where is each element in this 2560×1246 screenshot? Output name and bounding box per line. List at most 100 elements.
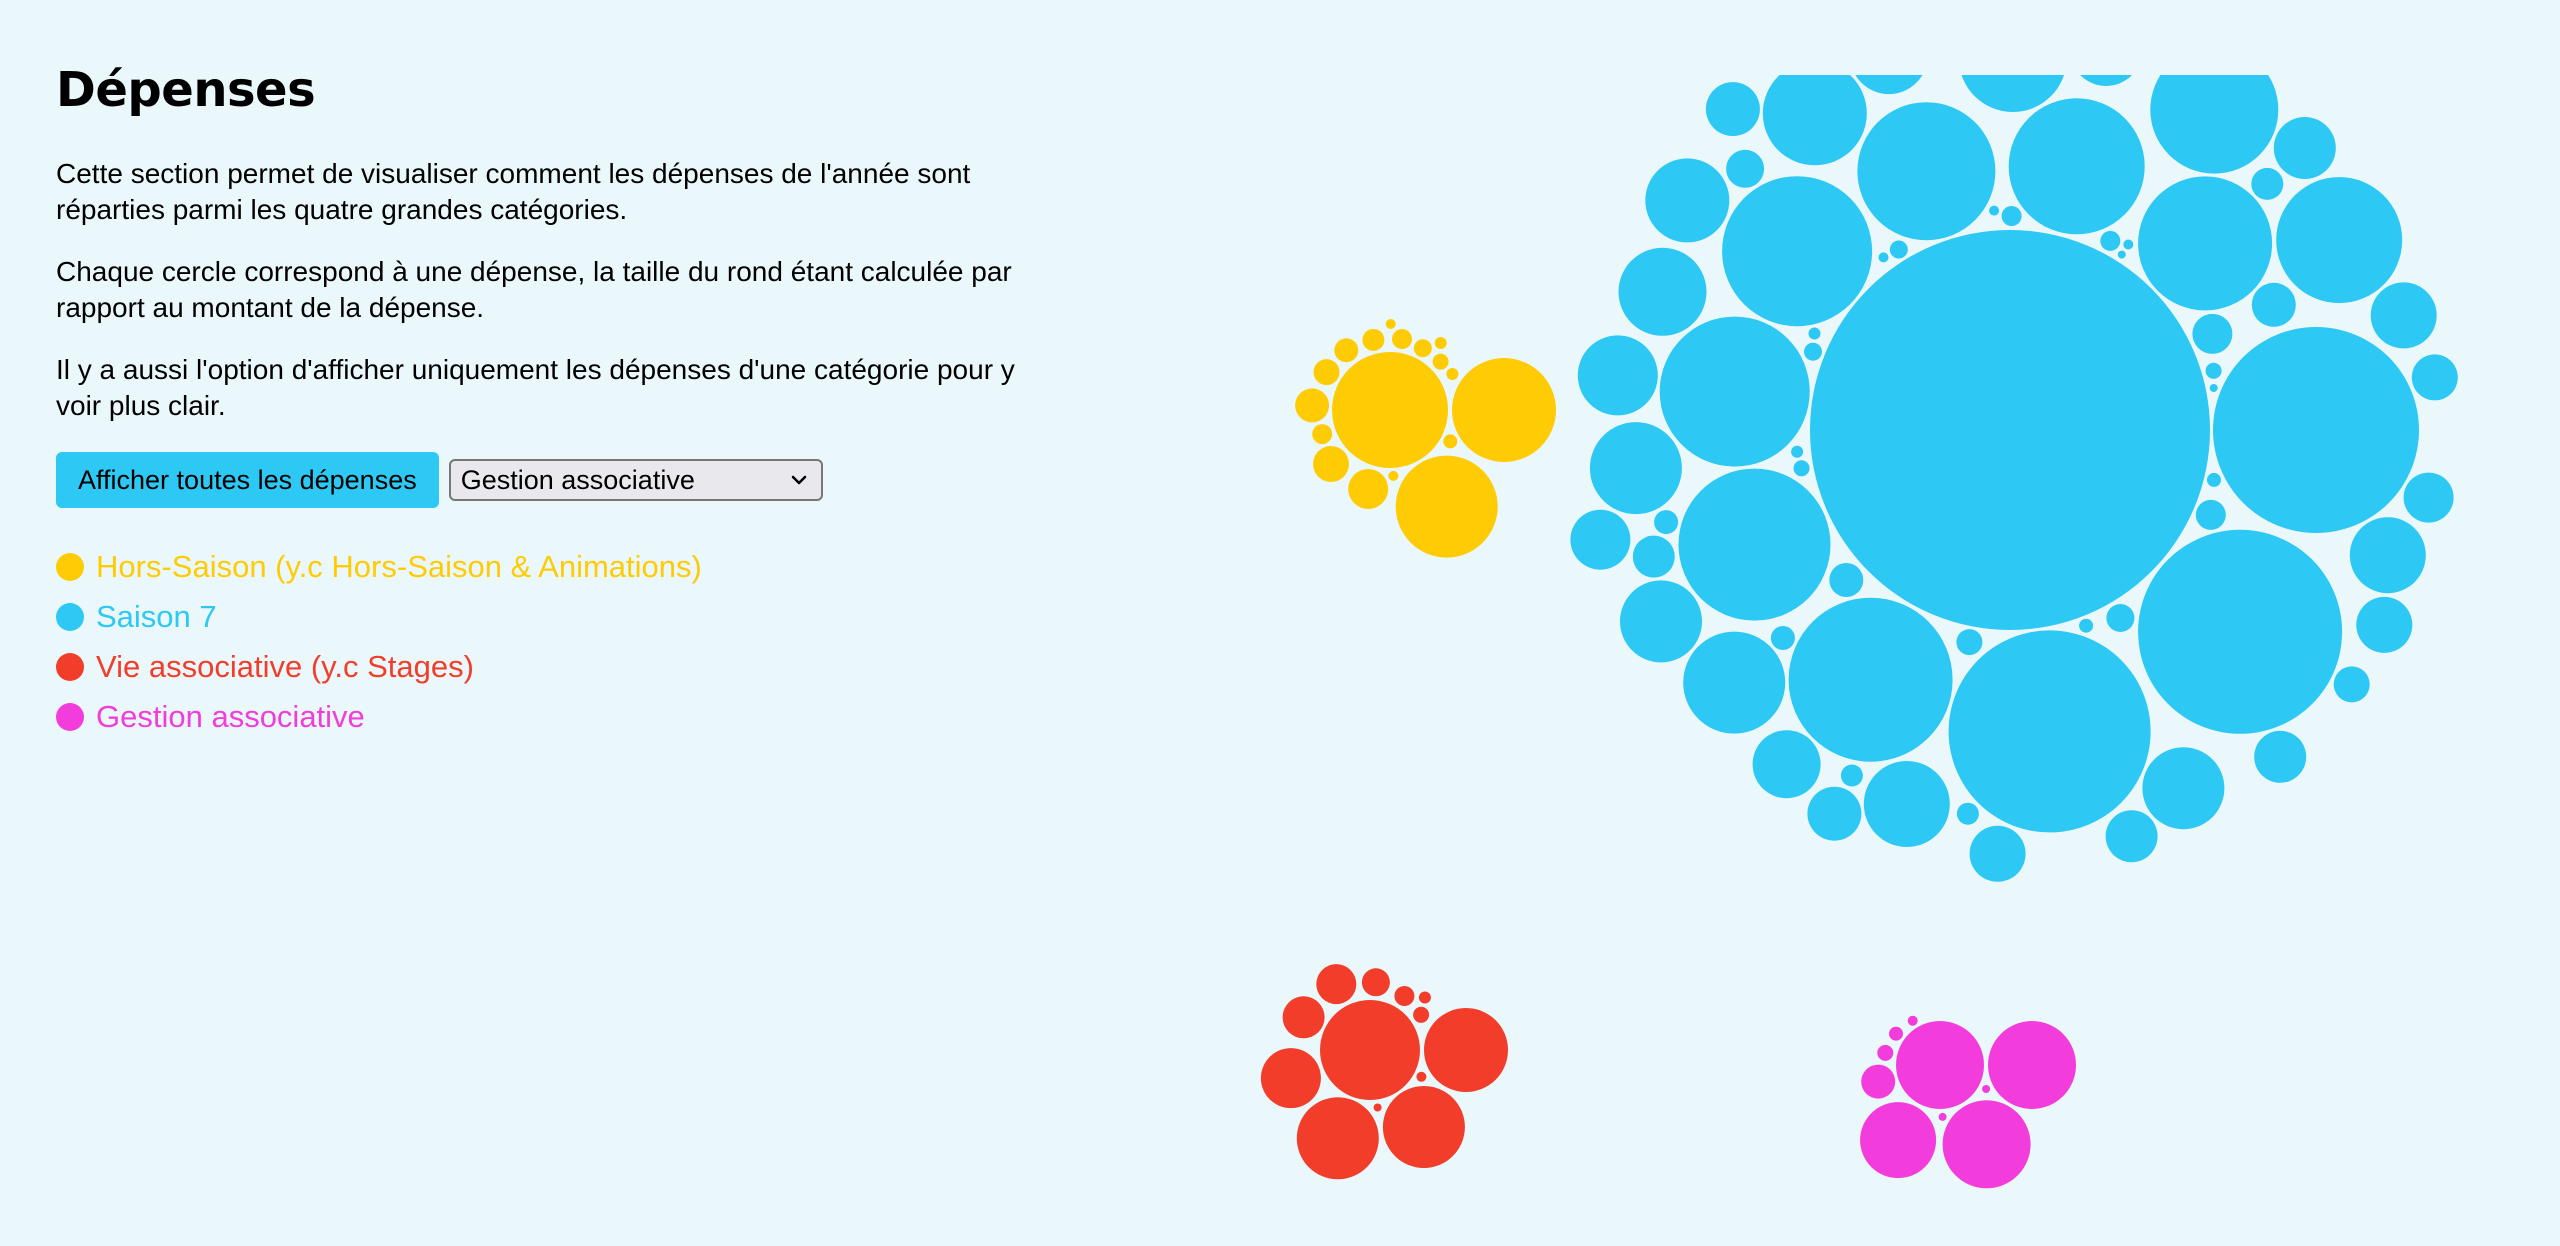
expense-bubble[interactable] — [1840, 764, 1863, 787]
show-all-expenses-button[interactable]: Afficher toutes les dépenses — [56, 452, 439, 508]
expense-bubble[interactable] — [1618, 247, 1707, 336]
expense-bubble[interactable] — [1683, 631, 1786, 734]
expense-bubble[interactable] — [1645, 158, 1730, 243]
expense-bubble[interactable] — [2254, 730, 2307, 783]
expense-bubble[interactable] — [2333, 666, 2370, 703]
expense-bubble[interactable] — [1877, 1044, 1894, 1061]
expense-bubble[interactable] — [2251, 167, 2284, 200]
legend-item-vie-associative[interactable]: Vie associative (y.c Stages) — [56, 642, 1056, 692]
expense-bubble[interactable] — [1432, 353, 1449, 370]
expense-bubble[interactable] — [1320, 1000, 1420, 1100]
expense-bubble[interactable] — [1752, 730, 1821, 799]
expense-bubble[interactable] — [1392, 329, 1412, 349]
expense-bubble[interactable] — [1388, 470, 1399, 481]
expense-bubble[interactable] — [2100, 230, 2121, 251]
expense-bubble[interactable] — [1296, 1097, 1379, 1180]
expense-bubble[interactable] — [2276, 177, 2403, 304]
expense-bubble[interactable] — [2106, 604, 2135, 632]
legend-item-hors-saison[interactable]: Hors-Saison (y.c Hors-Saison & Animation… — [56, 542, 1056, 592]
expense-bubble[interactable] — [1861, 1064, 1896, 1099]
expense-bubble[interactable] — [1938, 1112, 1947, 1121]
expense-bubble[interactable] — [1942, 1100, 2031, 1189]
expense-bubble[interactable] — [1808, 327, 1821, 340]
expense-bubble[interactable] — [1434, 337, 1447, 349]
expense-bubble[interactable] — [2349, 517, 2426, 594]
legend-item-saison-7[interactable]: Saison 7 — [56, 592, 1056, 642]
expense-bubble[interactable] — [1395, 455, 1498, 558]
expense-bubble[interactable] — [1863, 761, 1950, 847]
expense-bubble[interactable] — [1988, 1021, 2076, 1109]
expense-bubble[interactable] — [1394, 986, 1415, 1006]
expense-bubble[interactable] — [1793, 460, 1810, 477]
expense-bubble[interactable] — [2207, 472, 2221, 487]
expense-bubble[interactable] — [1659, 316, 1810, 467]
expense-bubble[interactable] — [1424, 1008, 1508, 1092]
expense-bubble[interactable] — [1956, 629, 1983, 656]
expense-bubble[interactable] — [2123, 239, 2134, 250]
expense-bubble[interactable] — [1791, 445, 1804, 458]
expense-bubble[interactable] — [1770, 626, 1795, 650]
expense-bubble[interactable] — [1589, 422, 1682, 515]
expense-bubble[interactable] — [1889, 1026, 1903, 1041]
expense-bubble[interactable] — [2370, 282, 2437, 349]
expense-bubble[interactable] — [1654, 510, 1679, 535]
expense-bubble[interactable] — [1804, 342, 1822, 361]
expense-bubble[interactable] — [1878, 252, 1889, 263]
expense-bubble[interactable] — [2142, 747, 2225, 830]
expense-bubble[interactable] — [2192, 313, 2233, 354]
expense-bubble[interactable] — [1361, 968, 1390, 997]
expense-bubble[interactable] — [1948, 630, 2151, 833]
expense-bubble[interactable] — [2150, 46, 2279, 174]
expense-bubble[interactable] — [1452, 358, 1556, 462]
expense-bubble[interactable] — [1577, 335, 1658, 416]
expense-bubble[interactable] — [2117, 250, 2126, 259]
expense-bubble[interactable] — [1632, 535, 1675, 578]
expense-bubble[interactable] — [2411, 354, 2458, 401]
expense-bubble[interactable] — [1316, 964, 1357, 1005]
expense-bubble[interactable] — [2195, 499, 2226, 530]
expense-bubble[interactable] — [1416, 1071, 1427, 1082]
expense-bubble[interactable] — [2356, 596, 2413, 653]
expense-bubble[interactable] — [1896, 1021, 1984, 1109]
expense-bubble[interactable] — [1857, 102, 1996, 241]
expense-bubble[interactable] — [1726, 149, 1765, 188]
expense-bubble[interactable] — [1418, 991, 1431, 1004]
expense-bubble[interactable] — [1989, 205, 2000, 216]
expense-bubble[interactable] — [1762, 61, 1867, 166]
expense-bubble[interactable] — [1313, 446, 1349, 482]
expense-bubble[interactable] — [1313, 359, 1340, 386]
expense-bubble[interactable] — [2001, 206, 2022, 226]
expense-bubble[interactable] — [1382, 1086, 1465, 1168]
expense-bubble[interactable] — [1443, 434, 1458, 449]
expense-bubble[interactable] — [1850, 40, 1928, 95]
expense-bubble[interactable] — [1260, 1048, 1321, 1109]
expense-bubble[interactable] — [1332, 352, 1448, 468]
expense-bubble[interactable] — [1722, 176, 1873, 327]
expense-bubble[interactable] — [1705, 82, 1760, 137]
expense-bubble[interactable] — [1373, 1103, 1382, 1112]
expense-bubble[interactable] — [1385, 319, 1396, 329]
expense-bubble[interactable] — [2213, 327, 2419, 533]
expense-bubble[interactable] — [2209, 384, 2218, 392]
expense-bubble[interactable] — [1413, 1006, 1430, 1023]
expense-bubble[interactable] — [1788, 597, 1953, 762]
expense-bubble[interactable] — [1620, 580, 1702, 663]
expense-bubble[interactable] — [1807, 786, 1862, 841]
expense-bubble[interactable] — [1348, 469, 1389, 509]
expense-bubble[interactable] — [1810, 230, 2210, 630]
expense-bubble[interactable] — [1570, 509, 1631, 570]
expense-bubble[interactable] — [2008, 98, 2145, 235]
expense-bubble[interactable] — [1860, 1102, 1937, 1179]
expense-bubble[interactable] — [2403, 472, 2454, 523]
expense-bubble[interactable] — [1678, 468, 1831, 621]
expense-bubble[interactable] — [2205, 362, 2222, 379]
expense-bubble[interactable] — [2079, 618, 2094, 633]
expense-bubble[interactable] — [1956, 802, 1979, 825]
expense-bubble[interactable] — [1959, 40, 2067, 112]
expense-bubble[interactable] — [1334, 338, 1359, 363]
expense-bubble[interactable] — [1889, 240, 1908, 259]
expense-bubble[interactable] — [1413, 339, 1432, 358]
expense-bubble[interactable] — [1312, 424, 1333, 445]
expense-bubble[interactable] — [1969, 825, 2026, 882]
expense-bubble[interactable] — [2138, 176, 2273, 311]
